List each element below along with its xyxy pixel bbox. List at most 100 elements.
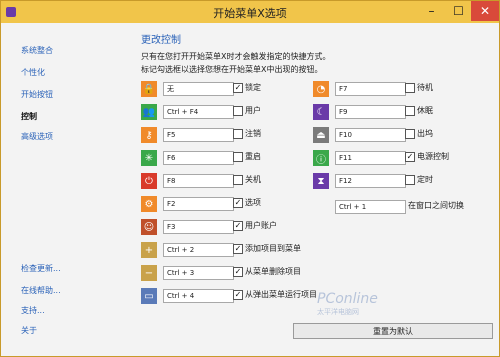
sidebar-item-personalize[interactable]: 个性化: [21, 67, 45, 78]
control-label: 待机: [417, 83, 433, 92]
app-window: 开始菜单X选项 – ☐ ✕ 系统整合 个性化 开始按钮 控制 高级选项 检查更新…: [0, 0, 500, 357]
control-row: ⚙ F2 ✓ 选项: [141, 196, 311, 213]
enable-checkbox[interactable]: [233, 152, 243, 162]
hotkey-field[interactable]: 无: [163, 82, 234, 96]
add-to-menu-icon: +: [141, 242, 157, 258]
enable-checkbox[interactable]: ✓: [233, 198, 243, 208]
check-updates-link[interactable]: 检查更新...: [21, 263, 61, 274]
control-label: 电源控制: [417, 152, 449, 161]
control-row: ☺ F3 ✓ 用户账户: [141, 219, 311, 236]
hotkey-field[interactable]: Ctrl + 4: [163, 289, 234, 303]
control-row: − Ctrl + 3 ✓ 从菜单删除项目: [141, 265, 311, 282]
control-row: 🔒 无 ✓ 锁定: [141, 81, 311, 98]
eject-icon: ⏏: [313, 127, 329, 143]
lock-icon: 🔒: [141, 81, 157, 97]
minimize-button[interactable]: –: [418, 1, 445, 21]
run-icon: ▭: [141, 288, 157, 304]
control-row: ⓘ F11 ✓ 电源控制: [313, 150, 483, 167]
hotkey-field[interactable]: F3: [163, 220, 234, 234]
close-button[interactable]: ✕: [471, 1, 499, 21]
hotkey-field[interactable]: F5: [163, 128, 234, 142]
enable-checkbox[interactable]: [233, 175, 243, 185]
sleep-icon: ☾: [313, 104, 329, 120]
enable-checkbox[interactable]: [405, 106, 415, 116]
enable-checkbox[interactable]: ✓: [233, 290, 243, 300]
sidebar: 系统整合 个性化 开始按钮 控制 高级选项 检查更新... 在线帮助... 支持…: [1, 23, 111, 356]
hotkey-field[interactable]: F8: [163, 174, 234, 188]
key-icon: ⚷: [141, 127, 157, 143]
enable-checkbox[interactable]: ✓: [233, 83, 243, 93]
control-label: 重启: [245, 152, 261, 161]
switch-windows-label: 在窗口之间切换: [408, 201, 464, 210]
watermark-text-1: PConline: [317, 291, 378, 307]
hotkey-field[interactable]: F12: [335, 174, 406, 188]
power-control-icon: ⓘ: [313, 150, 329, 166]
hotkey-field[interactable]: Ctrl + 3: [163, 266, 234, 280]
avatar-icon: ☺: [141, 219, 157, 235]
switch-windows-row: Ctrl + 1 在窗口之间切换: [313, 199, 493, 216]
control-row: ☾ F9 休眠: [313, 104, 483, 121]
description-line-1: 只有在您打开开始菜单X时才会触发指定的快捷方式。: [141, 52, 331, 61]
enable-checkbox[interactable]: ✓: [233, 267, 243, 277]
control-label: 关机: [245, 175, 261, 184]
sidebar-item-control[interactable]: 控制: [21, 111, 37, 122]
maximize-button[interactable]: ☐: [445, 1, 472, 21]
watermark: PConline 太平洋电脑网: [317, 291, 387, 319]
power-icon: ⏻: [141, 173, 157, 189]
enable-checkbox[interactable]: [405, 175, 415, 185]
page-title: 更改控制: [141, 35, 181, 46]
control-label: 休眠: [417, 106, 433, 115]
hotkey-field[interactable]: F6: [163, 151, 234, 165]
remove-from-menu-icon: −: [141, 265, 157, 281]
control-label: 从弹出菜单运行项目: [245, 290, 317, 299]
control-row: ◔ F7 待机: [313, 81, 483, 98]
control-label: 选项: [245, 198, 261, 207]
hotkey-field[interactable]: Ctrl + F4: [163, 105, 234, 119]
control-row: 👥 Ctrl + F4 用户: [141, 104, 311, 121]
control-row: ✳ F6 重启: [141, 150, 311, 167]
hotkey-field[interactable]: Ctrl + 2: [163, 243, 234, 257]
enable-checkbox[interactable]: [405, 83, 415, 93]
control-row: ⏏ F10 出坞: [313, 127, 483, 144]
sidebar-item-integration[interactable]: 系统整合: [21, 45, 53, 56]
hotkey-field[interactable]: F11: [335, 151, 406, 165]
hotkey-field[interactable]: F9: [335, 105, 406, 119]
control-label: 添加项目到菜单: [245, 244, 301, 253]
control-label: 锁定: [245, 83, 261, 92]
description-line-2: 标记勾选框以选择您想在开始菜单X中出现的按钮。: [141, 65, 323, 74]
hotkey-field[interactable]: F2: [163, 197, 234, 211]
sidebar-item-start-button[interactable]: 开始按钮: [21, 89, 53, 100]
control-label: 用户: [245, 106, 261, 115]
hotkey-field[interactable]: Ctrl + 1: [335, 200, 406, 214]
user-icon: 👥: [141, 104, 157, 120]
enable-checkbox[interactable]: [233, 106, 243, 116]
control-label: 注销: [245, 129, 261, 138]
control-row: + Ctrl + 2 ✓ 添加项目到菜单: [141, 242, 311, 259]
about-link[interactable]: 关于: [21, 325, 37, 336]
main-panel: 更改控制 只有在您打开开始菜单X时才会触发指定的快捷方式。 标记勾选框以选择您想…: [111, 23, 498, 355]
title-bar: 开始菜单X选项 – ☐ ✕: [1, 1, 499, 23]
support-link[interactable]: 支持...: [21, 305, 45, 316]
settings-icon: ⚙: [141, 196, 157, 212]
control-label: 用户账户: [245, 221, 277, 230]
timer-icon: ⧗: [313, 173, 329, 189]
enable-checkbox[interactable]: [233, 129, 243, 139]
control-row: ⏻ F8 关机: [141, 173, 311, 190]
enable-checkbox[interactable]: [405, 129, 415, 139]
enable-checkbox[interactable]: ✓: [405, 152, 415, 162]
control-row: ▭ Ctrl + 4 ✓ 从弹出菜单运行项目: [141, 288, 317, 305]
control-label: 从菜单删除项目: [245, 267, 301, 276]
hotkey-field[interactable]: F7: [335, 82, 406, 96]
enable-checkbox[interactable]: ✓: [233, 221, 243, 231]
restart-icon: ✳: [141, 150, 157, 166]
online-help-link[interactable]: 在线帮助...: [21, 285, 61, 296]
standby-icon: ◔: [313, 81, 329, 97]
control-row: ⚷ F5 注销: [141, 127, 311, 144]
sidebar-item-advanced[interactable]: 高级选项: [21, 131, 53, 142]
control-label: 定时: [417, 175, 433, 184]
control-row: ⧗ F12 定时: [313, 173, 483, 190]
reset-default-button[interactable]: 重置为默认: [293, 323, 493, 339]
watermark-text-2: 太平洋电脑网: [317, 308, 359, 316]
enable-checkbox[interactable]: ✓: [233, 244, 243, 254]
hotkey-field[interactable]: F10: [335, 128, 406, 142]
